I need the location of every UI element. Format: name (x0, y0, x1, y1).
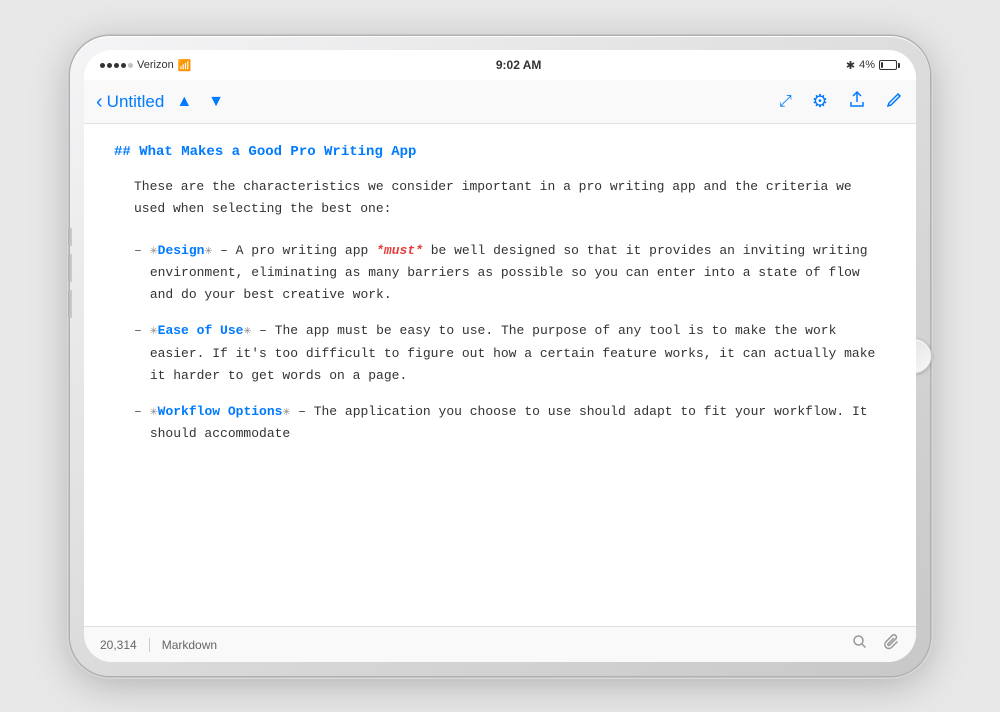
asterisk-close-3: ✳︎ (282, 404, 290, 419)
bullet-dash-3: – (134, 401, 142, 445)
share-icon[interactable] (848, 90, 866, 113)
gear-icon[interactable]: ⚙ (812, 91, 828, 112)
mute-button (68, 228, 72, 246)
back-chevron-icon: ‹ (96, 92, 103, 112)
status-right: ✱ 4% (846, 59, 900, 72)
battery-percent: 4% (859, 59, 875, 71)
bullet-item-ease: – ✳︎Ease of Use✳︎ – The app must be easy… (134, 320, 886, 386)
volume-up-button (68, 254, 72, 282)
back-label: Untitled (107, 92, 165, 112)
volume-buttons (68, 228, 72, 326)
device-screen: Verizon 📶 9:02 AM ✱ 4% (84, 50, 916, 662)
bullet-content-workflow: ✳︎Workflow Options✳︎ – The application y… (150, 401, 886, 445)
intro-paragraph: These are the characteristics we conside… (134, 176, 886, 220)
signal-dots (100, 63, 133, 68)
paperclip-icon[interactable] (884, 634, 900, 655)
must-italic: *must* (376, 243, 423, 258)
bottom-icons (852, 634, 900, 655)
status-bar: Verizon 📶 9:02 AM ✱ 4% (84, 50, 916, 80)
asterisk-close-1: ✳︎ (204, 243, 212, 258)
wifi-icon: 📶 (178, 59, 192, 72)
status-time: 9:02 AM (496, 58, 542, 72)
navigation-bar: ‹ Untitled ▲ ▼ ⤢ ⚙ (84, 80, 916, 124)
back-button[interactable]: ‹ Untitled (96, 92, 164, 112)
carrier-label: Verizon (137, 59, 174, 71)
volume-down-button (68, 290, 72, 318)
device-frame: Verizon 📶 9:02 AM ✱ 4% (70, 36, 930, 676)
bottom-bar: 20,314 Markdown (84, 626, 916, 662)
nav-actions: ⤢ ⚙ (779, 90, 904, 113)
bullet-item-design: – ✳︎Design✳︎ – A pro writing app *must* … (134, 240, 886, 306)
asterisk-open-3: ✳︎ (150, 404, 158, 419)
workflow-term: Workflow Options (158, 404, 283, 419)
nav-arrows: ▲ ▼ (176, 93, 224, 111)
asterisk-open-2: ✳︎ (150, 323, 158, 338)
document-heading: ## What Makes a Good Pro Writing App (114, 144, 886, 160)
status-left: Verizon 📶 (100, 59, 191, 72)
bluetooth-icon: ✱ (846, 59, 855, 72)
bullet-content-design: ✳︎Design✳︎ – A pro writing app *must* be… (150, 240, 886, 306)
design-term: Design (158, 243, 205, 258)
nav-down-arrow[interactable]: ▼ (208, 93, 224, 111)
bullet-content-ease: ✳︎Ease of Use✳︎ – The app must be easy t… (150, 320, 886, 386)
asterisk-open-1: ✳︎ (150, 243, 158, 258)
battery-icon (879, 60, 900, 70)
compose-icon[interactable] (886, 90, 904, 113)
content-area[interactable]: ## What Makes a Good Pro Writing App The… (84, 124, 916, 626)
bullet-list: – ✳︎Design✳︎ – A pro writing app *must* … (134, 240, 886, 445)
word-count: 20,314 (100, 638, 150, 652)
nav-up-arrow[interactable]: ▲ (176, 93, 192, 111)
search-icon[interactable] (852, 634, 868, 655)
bullet-dash-2: – (134, 320, 142, 386)
bullet-item-workflow: – ✳︎Workflow Options✳︎ – The application… (134, 401, 886, 445)
ipad-device: Verizon 📶 9:02 AM ✱ 4% (70, 36, 930, 676)
document-mode: Markdown (162, 638, 217, 652)
target-icon[interactable]: ⤢ (779, 93, 792, 111)
bullet-dash-1: – (134, 240, 142, 306)
ease-term: Ease of Use (158, 323, 244, 338)
asterisk-close-2: ✳︎ (243, 323, 251, 338)
